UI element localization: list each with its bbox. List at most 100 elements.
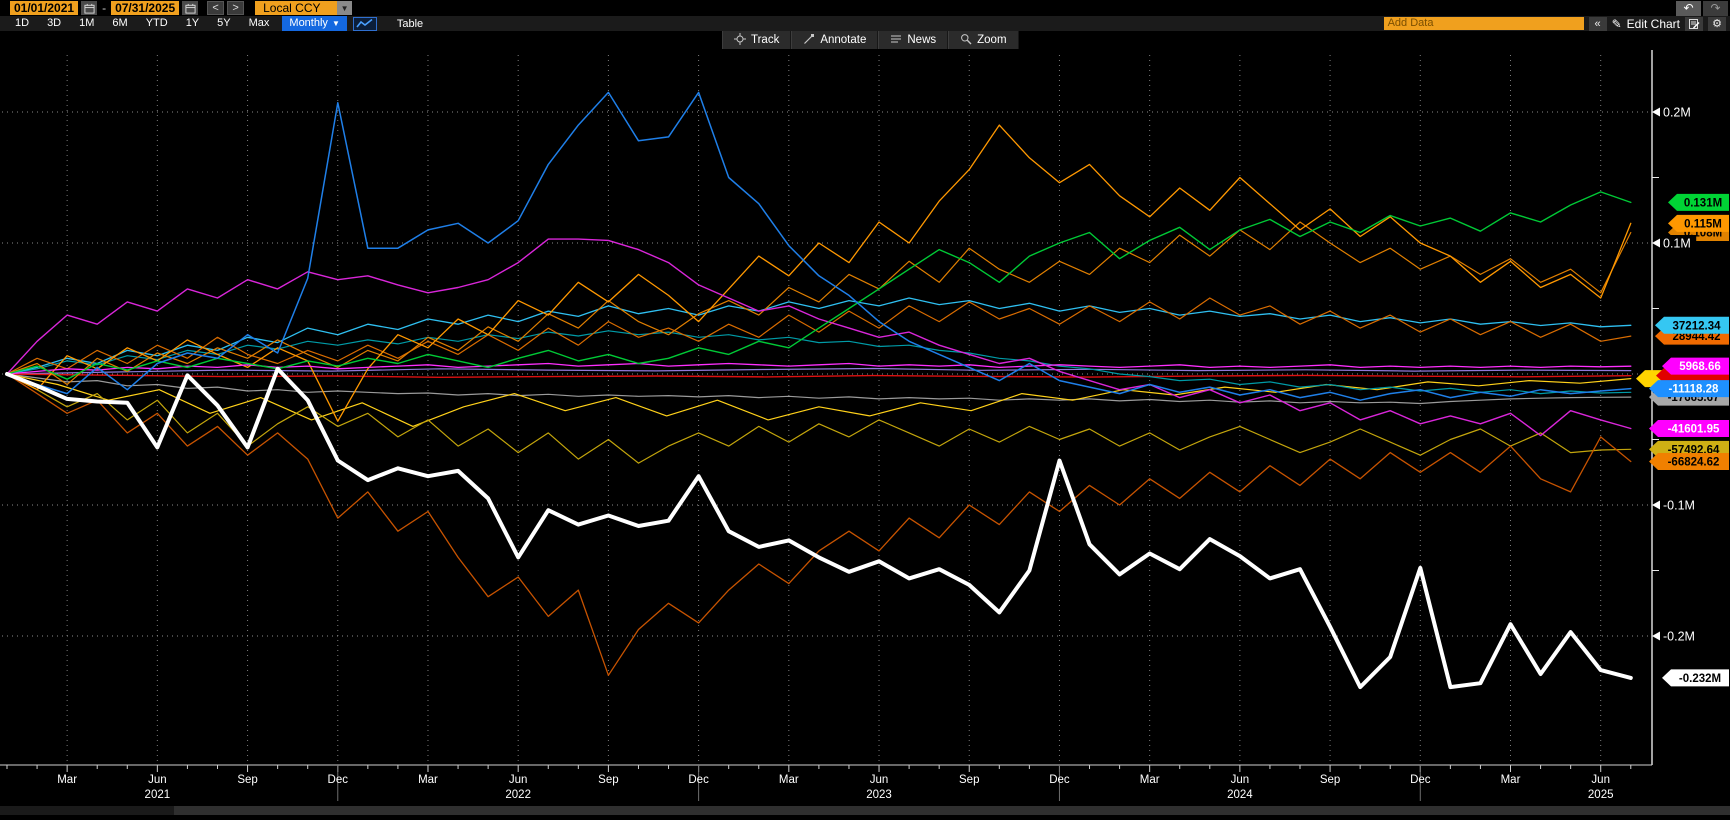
range-button-ytd[interactable]: YTD [137, 16, 177, 31]
x-axis-month-label: Mar [1140, 774, 1160, 786]
x-axis-month-label: Mar [57, 774, 77, 786]
y-axis-label: -0.1M [1663, 499, 1695, 513]
tool-label: Track [751, 34, 779, 46]
news-icon [890, 33, 902, 48]
chart-type-toggle[interactable] [353, 17, 377, 31]
last-value-badge-label: 5968.66 [1679, 361, 1721, 373]
tool-label: Annotate [820, 34, 866, 46]
track-icon [734, 33, 746, 48]
tool-zoom-button[interactable]: Zoom [948, 31, 1018, 49]
x-axis-month-label: Sep [1320, 774, 1340, 786]
x-axis-month-label: Sep [959, 774, 979, 786]
price-chart[interactable]: 0.108M28944.42-17665.675968.66-11118.280… [0, 49, 1730, 815]
start-date-field[interactable]: 01/01/2021 [10, 1, 78, 15]
edit-chart-label: Edit Chart [1627, 17, 1680, 31]
range-button-1m[interactable]: 1M [70, 16, 103, 31]
series-teal-line [7, 331, 1631, 394]
notes-button[interactable] [1685, 17, 1703, 31]
x-axis-year-label: 2021 [145, 789, 171, 801]
series-dark-orange-line [7, 374, 1631, 675]
pencil-icon: ✎ [1612, 17, 1622, 31]
x-axis-month-label: Jun [1231, 774, 1250, 786]
start-date-calendar-icon[interactable] [81, 1, 97, 15]
collapse-panel-button[interactable]: « [1589, 17, 1607, 31]
y-axis-tick-arrow [1652, 632, 1660, 641]
note-edit-icon [1688, 18, 1700, 30]
chart-tools-bar: Track Annotate News Zoom [722, 31, 1019, 49]
period-dropdown-value: Monthly [289, 16, 328, 31]
x-axis-month-label: Dec [688, 774, 709, 786]
range-button-3d[interactable]: 3D [38, 16, 70, 31]
x-axis-month-label: Jun [509, 774, 528, 786]
date-range-separator: - [100, 1, 108, 15]
x-axis-month-label: Sep [598, 774, 618, 786]
tool-annotate-button[interactable]: Annotate [791, 31, 878, 49]
currency-dropdown-caret-icon[interactable]: ▼ [337, 1, 352, 15]
x-axis-month-label: Dec [328, 774, 349, 786]
end-date-field[interactable]: 07/31/2025 [111, 1, 179, 15]
x-axis-month-label: Dec [1410, 774, 1431, 786]
x-axis-year-label: 2025 [1588, 789, 1614, 801]
undo-icon: ↶ [1683, 1, 1693, 15]
last-value-badge-label: 0.115M [1684, 218, 1722, 230]
period-dropdown[interactable]: Monthly ▼ [282, 16, 346, 31]
x-axis-month-label: Jun [870, 774, 889, 786]
redo-button[interactable]: ↷ [1703, 1, 1728, 16]
series-gray-line [7, 374, 1631, 404]
zoom-icon [960, 33, 972, 48]
x-axis-month-label: Jun [148, 774, 167, 786]
x-axis-month-label: Mar [779, 774, 799, 786]
bottom-scrollbar[interactable] [174, 806, 1730, 815]
range-button-5y[interactable]: 5Y [208, 16, 239, 31]
x-axis-year-label: 2023 [866, 789, 892, 801]
y-axis-tick-arrow [1652, 108, 1660, 117]
y-axis-label: 0.2M [1663, 106, 1691, 120]
last-value-badge-label: -11118.28 [1669, 384, 1719, 396]
toolbar-row-dates: 01/01/2021 - 07/31/2025 < > Local CCY ▼ … [0, 0, 1730, 16]
series-orange-2-line [7, 222, 1631, 385]
last-value-badge-label: -66824.62 [1668, 457, 1720, 469]
settings-button[interactable]: ⚙ [1708, 17, 1726, 31]
x-axis-month-label: Mar [1501, 774, 1521, 786]
last-value-badge-label: 37212.34 [1673, 320, 1722, 332]
y-axis-tick-arrow [1652, 239, 1660, 248]
line-chart-icon [356, 18, 374, 29]
gear-icon: ⚙ [1712, 17, 1722, 30]
toolbar-row-ranges: 1D3D1M6MYTD1Y5YMax Monthly ▼ Table Add D… [0, 16, 1730, 31]
range-button-6m[interactable]: 6M [103, 16, 136, 31]
annotate-icon [803, 33, 815, 48]
redo-icon: ↷ [1710, 1, 1720, 15]
currency-selector[interactable]: Local CCY ▼ [255, 1, 352, 15]
range-button-1d[interactable]: 1D [6, 16, 38, 31]
last-value-badge-label: 0.131M [1684, 197, 1722, 209]
currency-selector-value: Local CCY [255, 1, 337, 15]
series-white-line [7, 369, 1631, 687]
prev-period-button[interactable]: < [207, 1, 224, 15]
last-value-badge-label: -41601.95 [1668, 423, 1720, 435]
x-axis-year-label: 2024 [1227, 789, 1253, 801]
x-axis-year-label: 2022 [505, 789, 531, 801]
end-date-calendar-icon[interactable] [182, 1, 198, 15]
series-blue-line [7, 92, 1631, 400]
y-axis-label: 0.1M [1663, 237, 1691, 251]
chart-area[interactable]: 0.108M28944.42-17665.675968.66-11118.280… [0, 49, 1730, 815]
period-dropdown-caret-icon: ▼ [332, 16, 340, 31]
tool-label: Zoom [977, 34, 1006, 46]
add-data-input[interactable]: Add Data [1384, 17, 1584, 30]
undo-button[interactable]: ↶ [1676, 1, 1701, 16]
tool-label: News [907, 34, 936, 46]
bloomberg-terminal-chart: { "toolbar": { "date_start": "01/01/2021… [0, 0, 1730, 815]
range-button-1y[interactable]: 1Y [177, 16, 208, 31]
x-axis-month-label: Sep [237, 774, 257, 786]
next-period-button[interactable]: > [227, 1, 244, 15]
tool-news-button[interactable]: News [878, 31, 948, 49]
tool-track-button[interactable]: Track [722, 31, 791, 49]
range-buttons: 1D3D1M6MYTD1Y5YMax [6, 16, 278, 31]
range-button-max[interactable]: Max [240, 16, 279, 31]
table-button[interactable]: Table [385, 18, 435, 30]
x-axis-month-label: Dec [1049, 774, 1070, 786]
y-axis-label: -0.2M [1663, 630, 1695, 644]
series-green-line [7, 192, 1631, 379]
bottom-strip-left [0, 806, 174, 815]
edit-chart-button[interactable]: ✎ Edit Chart [1612, 17, 1680, 31]
